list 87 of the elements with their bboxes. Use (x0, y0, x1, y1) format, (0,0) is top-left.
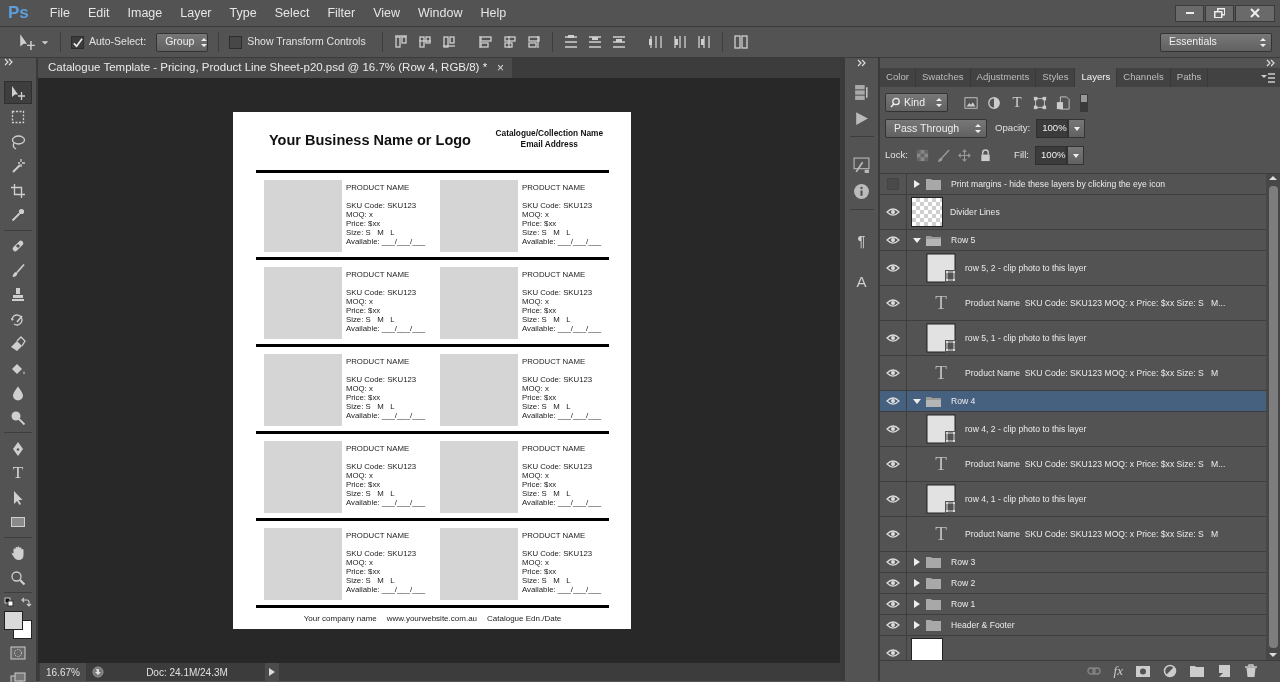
layer-name: Row 3 (951, 555, 976, 569)
menu-item[interactable]: Type (220, 3, 266, 23)
fill-label: Fill: (1014, 148, 1029, 163)
layer-name: row 4, 1 - clip photo to this layer (965, 492, 1087, 506)
paragraph-panel-button[interactable]: ¶ (851, 230, 872, 253)
document-size: Doc: 24.1M/24.3M (145, 665, 229, 680)
layer-name: Row 1 (951, 597, 976, 611)
layer-name: row 5, 1 - clip photo to this layer (965, 331, 1087, 345)
layer-row[interactable]: Row 1 (880, 594, 1266, 615)
layer-row[interactable]: Header & Footer (880, 615, 1266, 636)
character-panel-button[interactable]: A (851, 270, 872, 293)
tool-button[interactable]: T (4, 461, 32, 485)
app-logo: Ps (8, 2, 29, 25)
menu-item[interactable]: File (40, 3, 79, 23)
fill-field[interactable]: 100% (1035, 146, 1067, 165)
layer-row[interactable]: Row 2 (880, 573, 1266, 594)
layer-row[interactable]: row 5, 1 - clip photo to this layer (880, 321, 1266, 356)
layer-row[interactable]: Print margins - hide these layers by clicking the eye icon (880, 174, 1266, 195)
panel-tab[interactable]: Color (880, 68, 916, 87)
menu-item[interactable]: Select (265, 3, 319, 23)
menu-item[interactable]: Edit (78, 3, 119, 23)
layer-row[interactable]: Row 4 (880, 391, 1266, 412)
layer-name: row 4, 2 - clip photo to this layer (965, 422, 1087, 436)
layer-name: Row 5 (951, 233, 976, 247)
opacity-field[interactable]: 100% (1036, 119, 1069, 138)
opacity-label: Opacity: (995, 121, 1031, 136)
text-layer-glyph: T (934, 521, 948, 546)
layer-row[interactable]: Row 5 (880, 230, 1266, 251)
dropdown-value: Group (165, 34, 195, 50)
panel-tab[interactable]: Paths (1170, 68, 1209, 87)
layer-row[interactable]: Divider Lines (880, 195, 1266, 230)
text-layer-glyph: T (934, 290, 948, 315)
layer-name: Product Name SKU Code: SKU123 MOQ: x Price: $xx Size: S M... (965, 457, 1226, 471)
layer-name: Row 2 (951, 576, 976, 590)
menu-item[interactable]: Help (471, 3, 516, 23)
text-layer-glyph: T (934, 360, 948, 385)
lock-label: Lock: (885, 148, 908, 163)
layer-row[interactable]: row 4, 1 - clip photo to this layer (880, 482, 1266, 517)
panel-tab[interactable]: Swatches (915, 68, 971, 87)
layer-name: Header & Footer (951, 618, 1015, 632)
layer-name: Divider Lines (950, 205, 1000, 219)
text-layer-glyph: T (934, 451, 948, 476)
layer-name: row 5, 2 - clip photo to this layer (965, 261, 1087, 275)
document-tab[interactable]: Catalogue Template - Pricing, Product Line Sheet-p20.psd @ 16.7% (Row 4, RGB/8) * × (38, 58, 513, 78)
close-tab-button[interactable]: × (497, 59, 505, 77)
layer-row[interactable]: T Product Name SKU Code: SKU123 MOQ: x Price: $xx Size: S M... (880, 286, 1266, 321)
dropdown-value: Essentials (1169, 34, 1217, 50)
group-dropdown[interactable]: Group (156, 32, 209, 52)
catalogue-name: Catalogue/Collection Name (495, 128, 603, 139)
dropdown-value: Pass Through (894, 120, 960, 136)
footer-text: www.yourwebsite.com.au (386, 612, 478, 625)
opacity-value: 100% (1042, 121, 1067, 136)
layer-row[interactable]: T Product Name SKU Code: SKU123 MOQ: x Price: $xx Size: S M... (880, 447, 1266, 482)
menu-item[interactable]: Window (409, 3, 472, 23)
fill-value: 100% (1041, 148, 1066, 163)
panel-tab[interactable]: Channels (1117, 68, 1171, 87)
email-address: Email Address (519, 139, 579, 150)
filter-dropdown[interactable]: Kind (885, 93, 948, 112)
blend-mode-dropdown[interactable]: Pass Through (885, 119, 987, 138)
layer-name: Row 4 (951, 394, 976, 408)
layer-row[interactable]: row 4, 2 - clip photo to this layer (880, 412, 1266, 447)
document-title: Catalogue Template - Pricing, Product Line Sheet-p20.psd @ 16.7% (Row 4, RGB/8) * (48, 60, 488, 76)
fx-button[interactable]: fx (1113, 661, 1123, 681)
menu-item[interactable]: Layer (171, 3, 221, 23)
footer-text: Your company name (303, 612, 377, 625)
menu-item[interactable]: Filter (318, 3, 365, 23)
menu-item[interactable]: View (364, 3, 410, 23)
footer-text: Catalogue Edn./Date (487, 612, 562, 625)
checkbox-label: Auto-Select: (89, 34, 147, 50)
zoom-field[interactable]: 16.67% (40, 663, 86, 681)
layer-name: Print margins - hide these layers by clicking the eye icon (951, 177, 1165, 191)
dropdown-value: Kind (904, 94, 925, 110)
workspace-dropdown[interactable]: Essentials (1160, 32, 1272, 52)
layer-name: Product Name SKU Code: SKU123 MOQ: x Price: $xx Size: S M (965, 527, 1219, 541)
layer-name: Product Name SKU Code: SKU123 MOQ: x Price: $xx Size: S M (965, 366, 1219, 380)
layer-name: Product Name SKU Code: SKU123 MOQ: x Price: $xx Size: S M... (965, 296, 1226, 310)
business-name: Your Business Name or Logo (269, 131, 471, 151)
layer-row[interactable]: T Product Name SKU Code: SKU123 MOQ: x Price: $xx Size: S M (880, 356, 1266, 391)
layer-row[interactable]: Row 3 (880, 552, 1266, 573)
layer-row[interactable]: T Product Name SKU Code: SKU123 MOQ: x Price: $xx Size: S M (880, 517, 1266, 552)
layer-row[interactable]: row 5, 2 - clip photo to this layer (880, 251, 1266, 286)
panel-tab[interactable]: Adjustments (970, 68, 1037, 87)
zoom-value: 16.67% (46, 665, 80, 680)
type-filter-button[interactable]: T (1010, 91, 1024, 114)
panel-tab[interactable]: Layers (1075, 68, 1118, 87)
checkbox-label: Show Transform Controls (247, 34, 366, 50)
menu-item[interactable]: Image (118, 3, 172, 23)
